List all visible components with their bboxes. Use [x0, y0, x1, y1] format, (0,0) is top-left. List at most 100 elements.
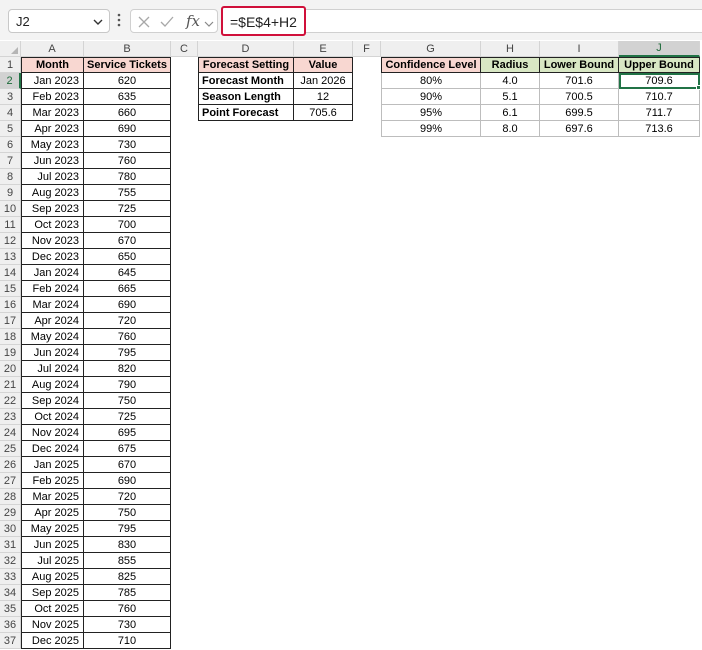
month-cell[interactable]: Jun 2023: [21, 153, 84, 169]
month-cell[interactable]: May 2023: [21, 137, 84, 153]
tickets-cell[interactable]: 720: [84, 313, 171, 329]
column-header-e[interactable]: E: [294, 41, 353, 57]
tickets-cell[interactable]: 670: [84, 233, 171, 249]
tickets-cell[interactable]: 790: [84, 377, 171, 393]
row-header-21[interactable]: 21: [0, 377, 21, 393]
row-header-30[interactable]: 30: [0, 521, 21, 537]
tickets-cell[interactable]: 690: [84, 297, 171, 313]
insert-function-icon[interactable]: fx: [186, 12, 200, 30]
row-header-27[interactable]: 27: [0, 473, 21, 489]
lower-bound-cell[interactable]: 701.6: [540, 73, 619, 89]
column-header-a[interactable]: A: [21, 41, 84, 57]
tickets-cell[interactable]: 645: [84, 265, 171, 281]
header-value[interactable]: Value: [294, 57, 353, 73]
tickets-cell[interactable]: 725: [84, 409, 171, 425]
month-cell[interactable]: Oct 2023: [21, 217, 84, 233]
row-header-12[interactable]: 12: [0, 233, 21, 249]
column-header-g[interactable]: G: [381, 41, 481, 57]
month-cell[interactable]: Apr 2023: [21, 121, 84, 137]
tickets-cell[interactable]: 710: [84, 633, 171, 649]
row-header-6[interactable]: 6: [0, 137, 21, 153]
tickets-cell[interactable]: 820: [84, 361, 171, 377]
month-cell[interactable]: Jan 2025: [21, 457, 84, 473]
row-header-35[interactable]: 35: [0, 601, 21, 617]
confidence-level-cell[interactable]: 80%: [381, 73, 481, 89]
tickets-cell[interactable]: 730: [84, 137, 171, 153]
month-cell[interactable]: Mar 2025: [21, 489, 84, 505]
tickets-cell[interactable]: 650: [84, 249, 171, 265]
enter-check-icon[interactable]: [159, 14, 175, 30]
month-cell[interactable]: May 2024: [21, 329, 84, 345]
header-lower-bound[interactable]: Lower Bound: [540, 57, 619, 73]
lower-bound-cell[interactable]: 700.5: [540, 89, 619, 105]
tickets-cell[interactable]: 830: [84, 537, 171, 553]
tickets-cell[interactable]: 825: [84, 569, 171, 585]
row-header-18[interactable]: 18: [0, 329, 21, 345]
column-header-i[interactable]: I: [540, 41, 619, 57]
tickets-cell[interactable]: 670: [84, 457, 171, 473]
month-cell[interactable]: Mar 2023: [21, 105, 84, 121]
tickets-cell[interactable]: 780: [84, 169, 171, 185]
more-options-icon[interactable]: [116, 12, 122, 28]
row-header-7[interactable]: 7: [0, 153, 21, 169]
setting-value-cell[interactable]: 12: [294, 89, 353, 105]
row-header-32[interactable]: 32: [0, 553, 21, 569]
tickets-cell[interactable]: 675: [84, 441, 171, 457]
row-header-11[interactable]: 11: [0, 217, 21, 233]
row-header-3[interactable]: 3: [0, 89, 21, 105]
month-cell[interactable]: Aug 2024: [21, 377, 84, 393]
tickets-cell[interactable]: 795: [84, 521, 171, 537]
row-header-23[interactable]: 23: [0, 409, 21, 425]
column-header-f[interactable]: F: [353, 41, 381, 57]
fill-handle[interactable]: [696, 85, 701, 90]
row-header-5[interactable]: 5: [0, 121, 21, 137]
column-header-b[interactable]: B: [84, 41, 171, 57]
month-cell[interactable]: Jun 2025: [21, 537, 84, 553]
chevron-down-icon[interactable]: [92, 16, 104, 28]
month-cell[interactable]: Dec 2025: [21, 633, 84, 649]
setting-label-cell[interactable]: Season Length: [198, 89, 294, 105]
tickets-cell[interactable]: 760: [84, 153, 171, 169]
tickets-cell[interactable]: 795: [84, 345, 171, 361]
row-header-4[interactable]: 4: [0, 105, 21, 121]
month-cell[interactable]: Aug 2023: [21, 185, 84, 201]
upper-bound-cell[interactable]: 713.6: [619, 121, 700, 137]
radius-cell[interactable]: 5.1: [481, 89, 540, 105]
confidence-level-cell[interactable]: 95%: [381, 105, 481, 121]
tickets-cell[interactable]: 700: [84, 217, 171, 233]
tickets-cell[interactable]: 665: [84, 281, 171, 297]
month-cell[interactable]: Jul 2024: [21, 361, 84, 377]
month-cell[interactable]: Jan 2024: [21, 265, 84, 281]
column-header-d[interactable]: D: [198, 41, 294, 57]
row-header-9[interactable]: 9: [0, 185, 21, 201]
month-cell[interactable]: Jul 2023: [21, 169, 84, 185]
header-upper-bound[interactable]: Upper Bound: [619, 57, 700, 73]
month-cell[interactable]: Nov 2025: [21, 617, 84, 633]
column-header-h[interactable]: H: [481, 41, 540, 57]
month-cell[interactable]: Sep 2025: [21, 585, 84, 601]
lower-bound-cell[interactable]: 697.6: [540, 121, 619, 137]
column-header-c[interactable]: C: [171, 41, 198, 57]
row-header-17[interactable]: 17: [0, 313, 21, 329]
month-cell[interactable]: Oct 2025: [21, 601, 84, 617]
row-header-20[interactable]: 20: [0, 361, 21, 377]
row-header-2[interactable]: 2: [0, 73, 21, 89]
lower-bound-cell[interactable]: 699.5: [540, 105, 619, 121]
tickets-cell[interactable]: 620: [84, 73, 171, 89]
header-service-tickets[interactable]: Service Tickets: [84, 57, 171, 73]
name-box[interactable]: J2: [8, 9, 110, 33]
confidence-level-cell[interactable]: 99%: [381, 121, 481, 137]
row-header-33[interactable]: 33: [0, 569, 21, 585]
row-header-22[interactable]: 22: [0, 393, 21, 409]
tickets-cell[interactable]: 695: [84, 425, 171, 441]
tickets-cell[interactable]: 690: [84, 473, 171, 489]
tickets-cell[interactable]: 690: [84, 121, 171, 137]
tickets-cell[interactable]: 855: [84, 553, 171, 569]
row-header-13[interactable]: 13: [0, 249, 21, 265]
month-cell[interactable]: Nov 2023: [21, 233, 84, 249]
tickets-cell[interactable]: 785: [84, 585, 171, 601]
header-radius[interactable]: Radius: [481, 57, 540, 73]
month-cell[interactable]: Sep 2024: [21, 393, 84, 409]
month-cell[interactable]: Dec 2024: [21, 441, 84, 457]
select-all-button[interactable]: [0, 41, 21, 57]
